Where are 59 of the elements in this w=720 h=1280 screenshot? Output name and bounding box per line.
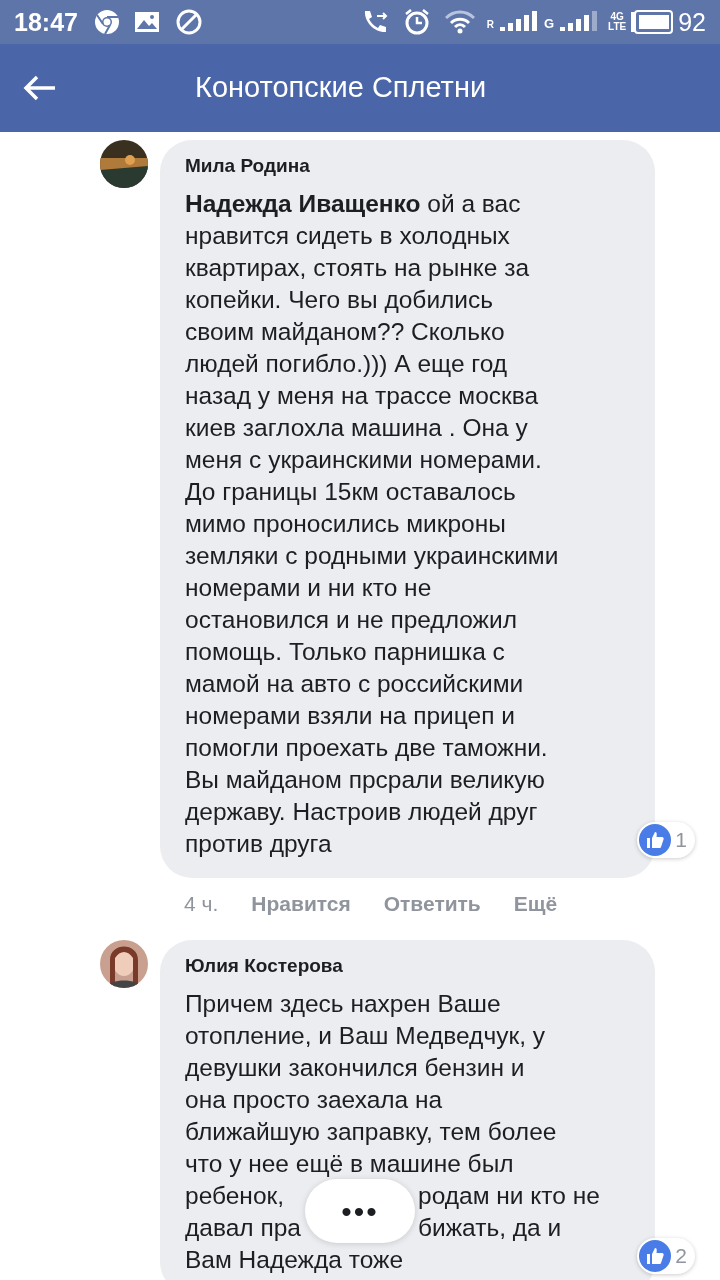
browser-icon bbox=[93, 9, 120, 35]
comment-text-line: ближайшую заправку, тем более bbox=[185, 1116, 558, 1147]
comment-text-line: она просто заехала на bbox=[185, 1084, 444, 1115]
comment-text-line: отопление, и Ваш Медведчук, у bbox=[185, 1020, 546, 1051]
comment-text-line: мимо проносились микроны bbox=[185, 509, 507, 539]
sim-label: R bbox=[486, 18, 494, 32]
like-icon bbox=[639, 824, 672, 856]
comment-text-line: державу. Настроив людей друг bbox=[185, 797, 539, 827]
clock-text: 18:47 bbox=[14, 9, 78, 35]
comment-text-line: копейки. Чего вы добились bbox=[185, 285, 495, 315]
wifi-icon bbox=[444, 10, 475, 34]
comment-author[interactable]: Юлия Костерова bbox=[185, 953, 645, 978]
comment-text-line: Вам Надежда тоже bbox=[185, 1244, 404, 1275]
comment-author[interactable]: Мила Родина bbox=[185, 154, 645, 178]
avatar bbox=[100, 140, 148, 188]
comment-text-line: меня с украинскими номерами. bbox=[185, 445, 543, 475]
reaction-badge[interactable]: 1 bbox=[637, 822, 695, 858]
comment-action-link[interactable]: Ответить bbox=[383, 888, 481, 920]
comment-text-line: ребенок, bbox=[185, 1180, 285, 1211]
page-title: Конотопские Сплетни bbox=[195, 70, 487, 106]
signal-icon bbox=[499, 11, 540, 33]
comment-text-line: людей погибло.))) А еще год bbox=[185, 349, 509, 379]
comment-text-line: номерами и ни кто не bbox=[185, 573, 433, 603]
comment-text-line: против друга bbox=[185, 829, 333, 859]
like-icon bbox=[639, 1239, 672, 1272]
comment-action-link[interactable]: Нравится bbox=[251, 888, 351, 920]
reaction-badge[interactable]: 2 bbox=[637, 1237, 695, 1274]
comment-text-line: киев заглохла машина . Она у bbox=[185, 413, 529, 443]
comment-text-line: давал пра bbox=[185, 1212, 301, 1243]
sim-label: G bbox=[543, 14, 555, 33]
comment-text-line: бижать, да и bbox=[418, 1212, 562, 1243]
comment-text-line: мамой на авто с российскими bbox=[185, 669, 525, 699]
comment-text-line: назад у меня на трассе москва bbox=[185, 381, 540, 411]
comment-text-line: нравится сидеть в холодных bbox=[185, 221, 511, 251]
comment-text-line: родам ни кто не bbox=[418, 1180, 600, 1211]
avatar bbox=[100, 939, 148, 988]
comment-action-link[interactable]: Ещё bbox=[513, 888, 558, 920]
comment-text-line: Вы майданом прсрали великую bbox=[185, 765, 546, 795]
battery-icon bbox=[630, 10, 675, 34]
comment-text-line: До границы 15км оставалось bbox=[185, 477, 517, 507]
comment-text-line: что у нее ещё в машине был bbox=[185, 1148, 515, 1179]
image-icon bbox=[133, 11, 160, 33]
comment-text-line: остановился и не предложил bbox=[185, 605, 518, 635]
comment-text-line: Надежда Иващенко ой а вас bbox=[185, 189, 522, 219]
comment-text-line: помогли проехать две таможни. bbox=[185, 733, 549, 763]
comment-text-line: квартирах, стоять на рынке за bbox=[185, 253, 531, 283]
comment-text-line: девушки закончился бензин и bbox=[185, 1052, 526, 1083]
comment-text-line: Причем здесь нахрен Ваше bbox=[185, 988, 502, 1019]
comment-time: 4 ч. bbox=[184, 891, 219, 917]
network-type-text: 4G LTE bbox=[608, 12, 627, 32]
comment-text-line: своим майданом?? Сколько bbox=[185, 317, 506, 347]
comment-text-line: помощь. Только парнишка с bbox=[185, 637, 506, 667]
like-count: 1 bbox=[675, 827, 687, 854]
battery-percent: 92 bbox=[678, 9, 706, 35]
comment-text-line: номерами взяли на прицеп и bbox=[185, 701, 516, 731]
like-count: 2 bbox=[675, 1242, 687, 1269]
back-arrow-icon bbox=[23, 75, 57, 101]
blocked-icon bbox=[175, 9, 202, 35]
comment-text-line: земляки с родными украинскими bbox=[185, 541, 560, 571]
